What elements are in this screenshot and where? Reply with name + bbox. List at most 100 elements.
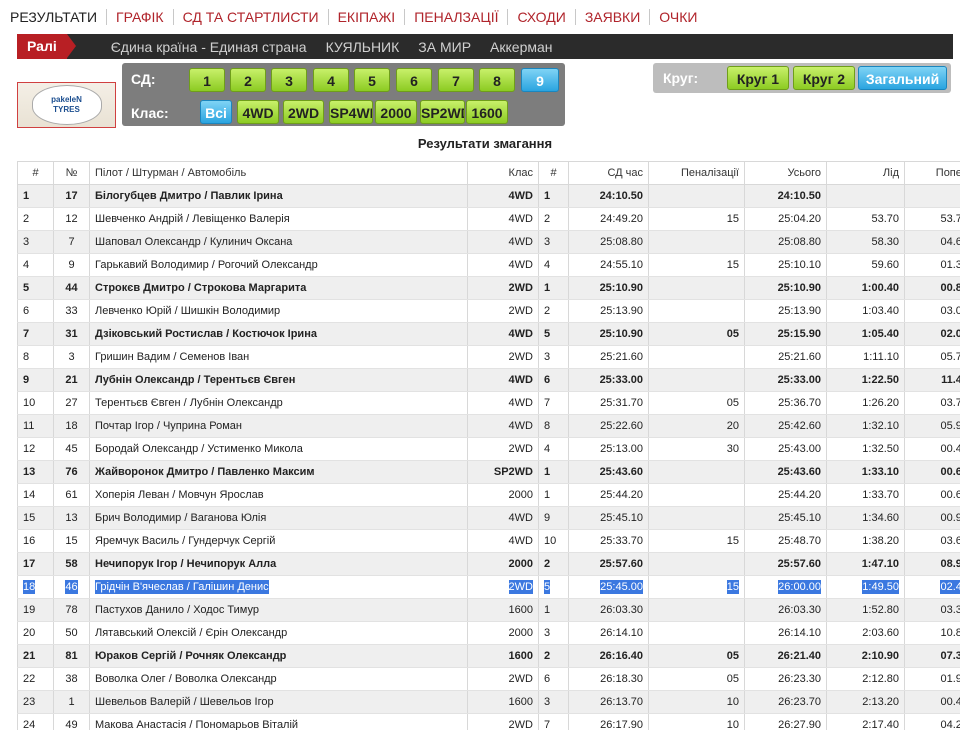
cell-previous: 00.40 — [904, 437, 960, 461]
class-button-2wd[interactable]: 2WD — [283, 100, 324, 124]
sd-button-1[interactable]: 1 — [189, 68, 225, 92]
cell-text: Брич Володимир / Ваганова Юлія — [95, 512, 267, 524]
sd-button-2[interactable]: 2 — [230, 68, 266, 92]
col-header-previous[interactable]: Попер — [904, 161, 960, 185]
col-header-class-position[interactable]: # — [538, 161, 569, 185]
table-row[interactable]: 7 31 Дзіковський Ростислав / Костючок Ірин… — [17, 322, 960, 346]
class-button-4wd[interactable]: 4WD — [237, 100, 279, 124]
cell-class: 1600 — [467, 644, 539, 668]
cell-crew: Шевельов Валерій / Шевельов Ігор — [89, 690, 468, 714]
cell-class-position: 2 — [538, 644, 569, 668]
table-row[interactable]: 14 61 Хоперія Леван / Мовчун Ярослав 2000 1 2… — [17, 483, 960, 507]
table-row[interactable]: 9 21 Лубнін Олександр / Терентьєв Євген 4WD… — [17, 368, 960, 392]
nav-points[interactable]: ОЧКИ — [649, 9, 706, 25]
table-row[interactable]: 13 76 Жайворонок Дмитро / Павленко Максим S… — [17, 460, 960, 484]
cell-text: 15 — [65, 535, 78, 547]
table-row[interactable]: 12 45 Бородай Олександр / Устименко Микола… — [17, 437, 960, 461]
class-button-sp4wd[interactable]: SP4WD — [329, 100, 373, 124]
table-row[interactable]: 4 9 Гарькавий Володимир / Рогочий Олександ… — [17, 253, 960, 277]
cell-text: 2:12.80 — [862, 673, 899, 685]
sd-button-7[interactable]: 7 — [438, 68, 474, 92]
sd-button-6[interactable]: 6 — [396, 68, 432, 92]
col-header-total[interactable]: Усього — [744, 161, 827, 185]
lap-button-1[interactable]: Круг 1 — [727, 66, 789, 90]
cell-number: 13 — [53, 506, 90, 530]
cell-stage-time: 25:22.60 — [568, 414, 649, 438]
table-row[interactable]: 23 1 Шевельов Валерій / Шевельов Ігор 1600 3… — [17, 690, 960, 714]
sd-button-9[interactable]: 9 — [521, 68, 559, 92]
lap-button-overall[interactable]: Загальний — [858, 66, 947, 90]
table-row[interactable]: 15 13 Брич Володимир / Ваганова Юлія 4WD 9 25… — [17, 506, 960, 530]
sd-button-4[interactable]: 4 — [313, 68, 349, 92]
table-row[interactable]: 21 81 Юраков Сергій / Рочняк Олександр 1600… — [17, 644, 960, 668]
table-row[interactable]: 22 38 Воволка Олег / Воволка Олександр 2WD 6… — [17, 667, 960, 691]
table-row[interactable]: 20 50 Лятавський Олексій / Єрін Олександр 2… — [17, 621, 960, 645]
cell-text: 25:10.90 — [599, 282, 643, 294]
table-row[interactable]: 2 12 Шевченко Андрій / Левіщенко Валерія 4W… — [17, 207, 960, 231]
nav-stages-startlists[interactable]: СД ТА СТАРТЛИСТИ — [172, 9, 328, 25]
table-row[interactable]: 8 3 Гришин Вадим / Семенов Іван 2WD 3 25:21.6… — [17, 345, 960, 369]
rally-link-yedyna-kraina[interactable]: Єдина країна - Единая страна — [111, 39, 307, 55]
table-row[interactable]: 18 46 Грідчін В'ячеслав / Галішин Денис 2WD… — [17, 575, 960, 599]
table-row[interactable]: 19 78 Пастухов Данило / Ходос Тимур 1600 1 26… — [17, 598, 960, 622]
cell-class-position: 6 — [538, 368, 569, 392]
rally-link-akkerman[interactable]: Аккерман — [490, 39, 552, 55]
cell-text: 1:05.40 — [861, 328, 899, 340]
table-row[interactable]: 16 15 Яремчук Василь / Гундерчук Сергій 4WD… — [17, 529, 960, 553]
cell-position: 1 — [17, 184, 54, 208]
nav-entries[interactable]: ЗАЯВКИ — [574, 9, 649, 25]
rally-link-kuialnyk[interactable]: КУЯЛЬНИК — [326, 39, 400, 55]
cell-text: 6 — [544, 374, 551, 386]
sd-button-3[interactable]: 3 — [271, 68, 307, 92]
cell-previous: 03.30 — [904, 598, 960, 622]
nav-schedule[interactable]: ГРАФІК — [106, 9, 173, 25]
table-row[interactable]: 11 18 Почтар Ігор / Чуприна Роман 4WD 8 25:22… — [17, 414, 960, 438]
nav-crews[interactable]: ЕКІПАЖІ — [327, 9, 405, 25]
cell-text: 2WD — [508, 305, 533, 317]
nav-results[interactable]: РЕЗУЛЬТАТИ — [10, 9, 106, 25]
cell-penalties — [648, 552, 745, 576]
cell-text: 1 — [544, 190, 551, 202]
cell-text: Хоперія Леван / Мовчун Ярослав — [95, 489, 264, 501]
col-header-crew[interactable]: Пілот / Штурман / Автомобіль — [89, 161, 468, 185]
cell-text: 03.70 — [940, 397, 960, 409]
class-button-1600[interactable]: 1600 — [466, 100, 508, 124]
table-row[interactable]: 3 7 Шаповал Олександр / Кулинич Оксана 4WD 3… — [17, 230, 960, 254]
cell-text: 25:31.70 — [600, 397, 643, 409]
cell-penalties: 15 — [648, 575, 745, 599]
col-header-number[interactable]: № — [53, 161, 90, 185]
col-header-class[interactable]: Клас — [467, 161, 539, 185]
cell-total: 26:27.90 — [744, 713, 827, 730]
table-row[interactable]: 10 27 Терентьєв Євген / Лубнін Олександр 4W… — [17, 391, 960, 415]
rally-link-za-myr[interactable]: ЗА МИР — [418, 39, 471, 55]
sd-button-8[interactable]: 8 — [479, 68, 515, 92]
sd-button-5[interactable]: 5 — [354, 68, 390, 92]
cell-text: 5 — [544, 328, 551, 340]
cell-text: 1 — [544, 282, 551, 294]
cell-text: 24:49.20 — [600, 213, 643, 225]
cell-text: 21 — [23, 650, 36, 662]
col-header-position[interactable]: # — [17, 161, 54, 185]
nav-penalties[interactable]: ПЕНАЛЗАЦІЇ — [404, 9, 507, 25]
nav-retirements[interactable]: СХОДИ — [507, 9, 574, 25]
rally-tag[interactable]: Ралі — [17, 34, 76, 59]
cell-lead: 1:03.40 — [826, 299, 905, 323]
cell-text: 1600 — [508, 696, 533, 708]
cell-text: 25:45.00 — [600, 580, 643, 594]
cell-text: 26:21.40 — [777, 650, 821, 662]
cell-number: 61 — [53, 483, 90, 507]
col-header-lead[interactable]: Лід — [826, 161, 905, 185]
lap-button-2[interactable]: Круг 2 — [793, 66, 855, 90]
class-button-all[interactable]: Всі — [200, 100, 232, 124]
table-row[interactable]: 24 49 Макова Анастасія / Пономарьов Віталі… — [17, 713, 960, 730]
table-row[interactable]: 17 58 Нечипорук Ігор / Нечипорук Алла 2000 2… — [17, 552, 960, 576]
table-row[interactable]: 1 17 Білогубцев Дмитро / Павлик Ірина 4WD 1 2… — [17, 184, 960, 208]
class-button-sp2wd[interactable]: SP2WD — [420, 100, 465, 124]
col-header-stage-time[interactable]: СД час — [568, 161, 649, 185]
class-button-2000[interactable]: 2000 — [375, 100, 417, 124]
col-header-penalties[interactable]: Пеналізації — [648, 161, 745, 185]
cell-text: 26:17.90 — [600, 719, 643, 730]
cell-number: 45 — [53, 437, 90, 461]
table-row[interactable]: 6 33 Левченко Юрій / Шишкін Володимир 2WD 2 2… — [17, 299, 960, 323]
table-row[interactable]: 5 44 Строкєв Дмитро / Строкова Маргарита 2W… — [17, 276, 960, 300]
